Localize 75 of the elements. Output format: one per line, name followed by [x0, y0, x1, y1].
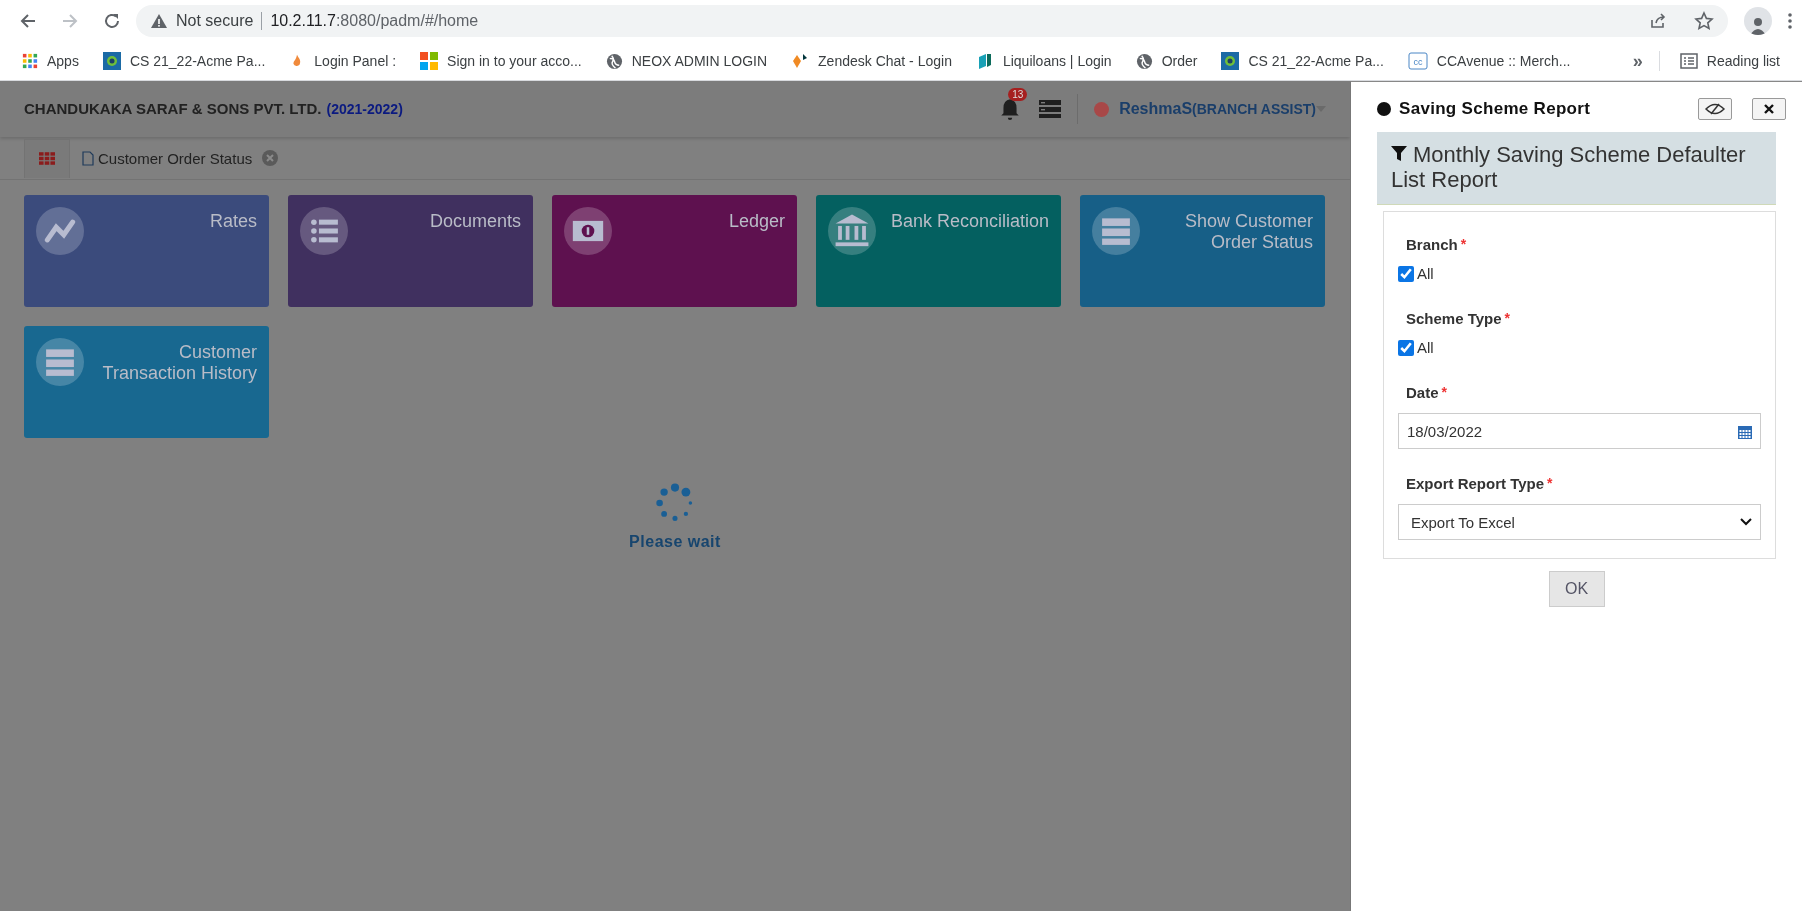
- export-type-dropdown[interactable]: Export To Excel: [1398, 504, 1761, 540]
- windows-logo-icon[interactable]: [420, 52, 439, 70]
- globe-icon[interactable]: [1135, 52, 1153, 70]
- close-icon: [1764, 104, 1774, 114]
- more-menu-icon[interactable]: [1788, 12, 1792, 30]
- list-icon: [1679, 52, 1698, 70]
- bookmark-item[interactable]: cc CCAvenue :: Merch...: [1397, 52, 1581, 70]
- checkbox-label: All: [1417, 339, 1434, 356]
- chart-icon: [36, 207, 84, 255]
- url-text: 10.2.11.7:8080/padm/#/home: [270, 12, 479, 30]
- bullet-icon: [1377, 102, 1391, 116]
- required-mark: *: [1460, 236, 1467, 252]
- bookmark-item[interactable]: Sign in to your acco...: [410, 52, 592, 70]
- grid-icon: [39, 152, 55, 165]
- bookmark-item[interactable]: Zendesk Chat - Login: [781, 52, 962, 70]
- hide-button[interactable]: [1698, 98, 1732, 120]
- apps-grid-icon[interactable]: [22, 53, 38, 69]
- notification-badge: 13: [1008, 88, 1028, 101]
- menu-tile[interactable]: Bank Reconciliation: [816, 195, 1061, 307]
- bookmark-item[interactable]: CS 21_22-Acme Pa...: [92, 52, 276, 70]
- field-label: Scheme Type: [1406, 310, 1502, 327]
- required-mark: *: [1547, 475, 1553, 491]
- calendar-icon[interactable]: [1738, 423, 1752, 439]
- field-label: Branch: [1406, 236, 1458, 253]
- bookmark-item[interactable]: CS 21_22-Acme Pa...: [1211, 52, 1394, 70]
- all-checkbox[interactable]: [1398, 339, 1414, 356]
- bookmark-item[interactable]: Order: [1125, 52, 1208, 70]
- all-checkbox[interactable]: [1398, 265, 1414, 282]
- field-label: Export Report Type: [1406, 475, 1545, 492]
- filter-icon: [1391, 146, 1407, 162]
- globe-icon[interactable]: [605, 52, 623, 70]
- more-bookmarks-button[interactable]: »: [1626, 50, 1649, 72]
- status-dot: [1094, 101, 1110, 117]
- star-icon[interactable]: [1694, 11, 1714, 31]
- document-icon: [82, 150, 94, 166]
- warning-icon: [150, 13, 168, 29]
- close-button[interactable]: [1752, 98, 1786, 120]
- bookmark-item[interactable]: NEOX ADMIN LOGIN: [595, 52, 778, 70]
- list-icon: [300, 207, 348, 255]
- required-mark: *: [1504, 310, 1511, 326]
- company-name: CHANDUKAKA SARAF & SONS PVT. LTD. (2021-2022): [24, 100, 403, 118]
- report-heading: Monthly Saving Scheme Defaulter List Report: [1391, 142, 1747, 192]
- tile-logo-icon[interactable]: [102, 52, 121, 70]
- eye-slash-icon: [1705, 103, 1725, 115]
- server-list-icon[interactable]: [1039, 99, 1062, 119]
- tile-logo-icon[interactable]: [1221, 52, 1240, 70]
- security-label: Not secure: [176, 12, 254, 30]
- ok-button[interactable]: OK: [1548, 571, 1605, 607]
- server-icon: [1092, 207, 1140, 255]
- bookmark-item[interactable]: Apps: [12, 53, 89, 69]
- required-mark: *: [1441, 384, 1447, 400]
- cc-logo-icon[interactable]: cc: [1407, 52, 1428, 70]
- menu-tile[interactable]: Rates: [24, 195, 269, 307]
- diamond-logo-icon[interactable]: [791, 52, 810, 70]
- loading-text: Please wait: [629, 533, 721, 551]
- share-icon[interactable]: [1648, 11, 1668, 31]
- bank-icon: [828, 207, 876, 255]
- panel-title: Saving Scheme Report: [1399, 99, 1591, 119]
- page-tab[interactable]: Customer Order Status: [82, 149, 279, 167]
- profile-avatar[interactable]: [1744, 7, 1772, 35]
- bookmark-item[interactable]: Liquiloans | Login: [965, 52, 1122, 70]
- date-field[interactable]: 18/03/2022: [1398, 413, 1761, 449]
- address-bar[interactable]: Not secure 10.2.11.7:8080/padm/#/home: [136, 5, 1728, 37]
- reload-icon[interactable]: [102, 11, 122, 31]
- menu-tile[interactable]: Show Customer Order Status: [1080, 195, 1325, 307]
- chevron-down-icon: [1740, 518, 1752, 526]
- bell-icon[interactable]: [999, 97, 1022, 121]
- checkbox-label: All: [1417, 265, 1434, 282]
- money-icon: [564, 207, 612, 255]
- menu-tile[interactable]: Ledger: [552, 195, 797, 307]
- field-label: Date: [1406, 384, 1439, 401]
- server-icon: [36, 338, 84, 386]
- bookmark-item[interactable]: Login Panel :: [279, 53, 407, 69]
- reading-list-button[interactable]: Reading list: [1669, 52, 1790, 70]
- menu-tile[interactable]: Documents: [288, 195, 533, 307]
